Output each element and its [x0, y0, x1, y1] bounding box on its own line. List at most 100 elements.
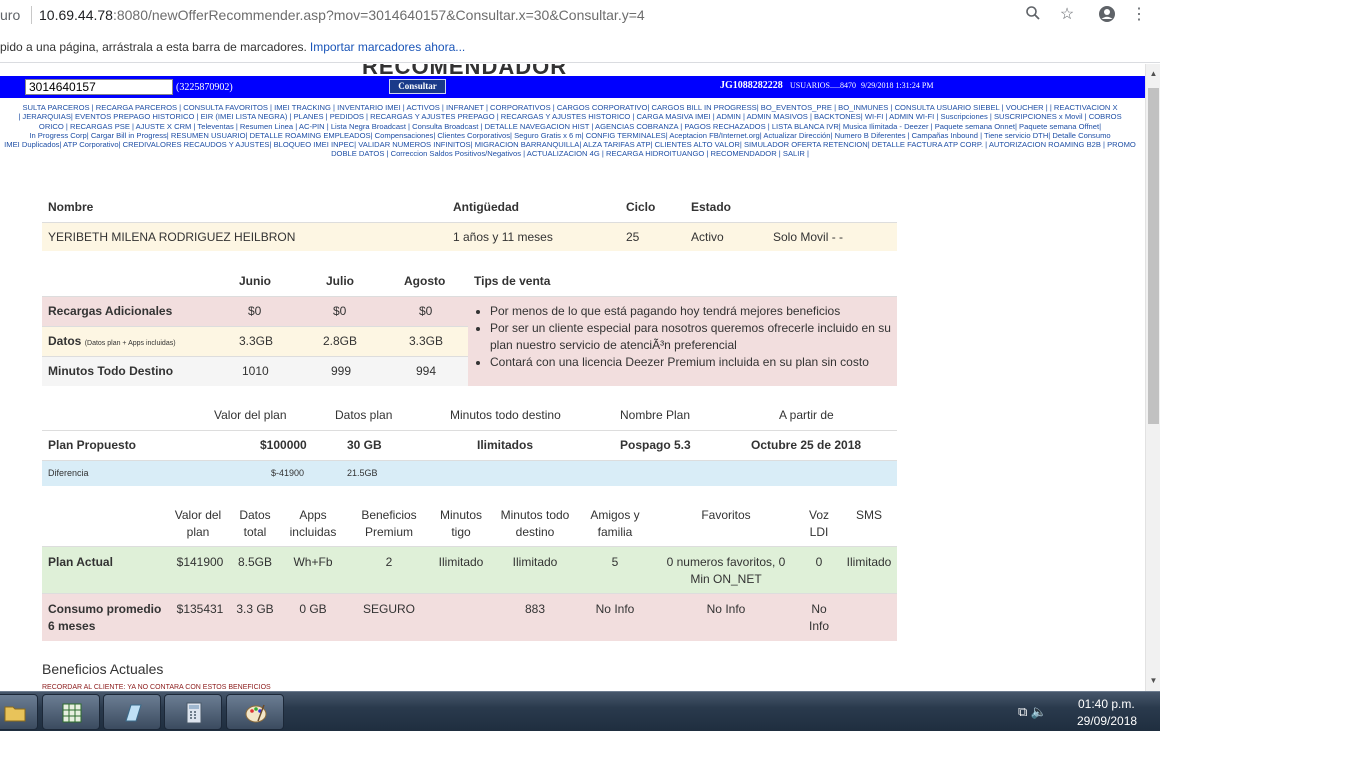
usage-value: $0	[248, 304, 262, 318]
page-scrollbar[interactable]: ▲ ▼	[1145, 64, 1160, 691]
col-header-estado: Estado	[691, 200, 732, 214]
customer-estado: Activo	[691, 230, 724, 244]
usage-value: 1010	[242, 364, 269, 378]
current-header: SMS	[855, 508, 882, 522]
usage-value: 994	[416, 364, 437, 378]
page-viewport: RECOMENDADOR (3225870902) Consultar JG10…	[0, 64, 1145, 691]
consumption-value: 883	[524, 602, 546, 616]
nav-line[interactable]: In Progress Corp| Cargar Bill in Progres…	[0, 131, 1145, 140]
zoom-icon[interactable]	[1023, 5, 1043, 25]
scroll-up-icon[interactable]: ▲	[1146, 67, 1161, 81]
consumption-value: No Info	[808, 602, 829, 633]
consumption-value: $135431	[176, 602, 224, 616]
proposed-header: Nombre Plan	[620, 408, 691, 422]
consumption-label: Consumo promedio 6 meses	[48, 602, 162, 633]
difference-datos: 21.5GB	[347, 468, 378, 478]
users-count: USUARIOS.....8470	[790, 81, 857, 90]
current-header: Minutos todo destino	[500, 508, 570, 539]
current-plan-value: Ilimitado	[846, 555, 892, 569]
desktop-margin	[1160, 0, 1366, 768]
nav-line[interactable]: SULTA PARCEROS | RECARGA PARCEROS | CONS…	[0, 103, 1145, 112]
tips-list: Por menos de lo que está pagando hoy ten…	[490, 303, 895, 371]
customer-name: YERIBETH MILENA RODRIGUEZ HEILBRON	[48, 230, 296, 244]
usage-note: (Datos plan + Apps incluidas)	[84, 340, 176, 347]
proposed-header: Datos plan	[335, 408, 393, 422]
bookmarks-bar: pido a una página, arrástrala a esta bar…	[0, 31, 1160, 63]
nav-links[interactable]: SULTA PARCEROS | RECARGA PARCEROS | CONS…	[0, 103, 1145, 159]
security-label: uro	[0, 7, 21, 23]
user-id: JG1088282228	[720, 80, 783, 91]
nav-line[interactable]: DOBLE DATOS | Correccion Saldos Positivo…	[0, 149, 1145, 158]
difference-label: Diferencia	[48, 468, 89, 478]
usage-value: $0	[419, 304, 433, 318]
url-text[interactable]: 10.69.44.78:8080/newOfferRecommender.asp…	[39, 7, 645, 23]
usage-value: 3.3GB	[409, 334, 444, 348]
col-header-antiguedad: Antigüedad	[453, 200, 519, 214]
customer-ciclo: 25	[626, 230, 640, 244]
usage-label: Datos	[48, 334, 82, 348]
url-path: :8080/newOfferRecommender.asp?mov=301464…	[112, 7, 645, 23]
current-plan-value: Wh+Fb	[293, 555, 333, 569]
proposed-header: A partir de	[779, 408, 834, 422]
consultar-button[interactable]: Consultar	[389, 79, 446, 94]
consumption-value: 0 GB	[299, 602, 327, 616]
customer-antiguedad: 1 años y 11 meses	[453, 230, 553, 244]
import-bookmarks-link[interactable]: Importar marcadores ahora...	[310, 40, 465, 54]
current-plan-value: 8.5GB	[237, 555, 273, 569]
tips-header: Tips de venta	[474, 274, 551, 288]
network-icon[interactable]: ⧉	[1018, 704, 1027, 719]
col-header-nombre: Nombre	[48, 200, 94, 214]
usage-value: 2.8GB	[323, 334, 358, 348]
bookmark-star-icon[interactable]: ☆	[1057, 5, 1077, 25]
nav-line[interactable]: ORICO | RECARGAS PSE | AJUSTE X CRM | Te…	[0, 122, 1145, 131]
alt-number: (3225870902)	[176, 82, 233, 93]
current-header: Favoritos	[701, 508, 751, 522]
current-header: Amigos y familia	[590, 508, 640, 539]
address-separator	[31, 6, 32, 24]
col-header-ciclo: Ciclo	[626, 200, 656, 214]
month-header: Julio	[326, 274, 355, 288]
header-bar: (3225870902) Consultar JG1088282228 USUA…	[0, 76, 1145, 98]
current-plan-value: 2	[385, 555, 393, 569]
current-header: Datos total	[239, 508, 271, 539]
month-header: Agosto	[404, 274, 446, 288]
clock-time[interactable]: 01:40 p.m.	[1078, 697, 1135, 711]
account-icon[interactable]	[1097, 5, 1117, 25]
taskbar-app[interactable]	[226, 694, 284, 730]
taskbar-app[interactable]	[164, 694, 222, 730]
taskbar-app[interactable]	[42, 694, 100, 730]
current-header: Apps incluidas	[289, 508, 337, 539]
consumption-value: No Info	[595, 602, 635, 616]
clock-date[interactable]: 29/09/2018	[1077, 714, 1137, 728]
scroll-thumb[interactable]	[1148, 88, 1159, 424]
difference-valor: $-41900	[271, 468, 305, 478]
proposed-header: Minutos todo destino	[450, 408, 561, 422]
tip-item: Contará con una licencia Deezer Premium …	[490, 354, 895, 371]
header-datetime: 9/29/2018 1:31:24 PM	[861, 81, 934, 90]
taskbar-app[interactable]	[103, 694, 161, 730]
taskbar-app[interactable]	[0, 694, 38, 730]
menu-kebab-icon[interactable]: ⋮	[1129, 5, 1149, 25]
folder-icon	[3, 701, 27, 725]
proposed-valor: $100000	[260, 438, 307, 452]
paint-icon	[244, 701, 268, 725]
customer-tipo: Solo Movil - -	[773, 230, 844, 244]
proposed-header: Valor del plan	[214, 408, 287, 422]
nav-line[interactable]: IMEI Duplicados| ATP Corporativo| CREDIV…	[0, 140, 1145, 149]
current-header: Minutos tigo	[439, 508, 483, 539]
tip-item: Por menos de lo que está pagando hoy ten…	[490, 303, 895, 320]
phone-number-input[interactable]	[25, 79, 173, 95]
current-plan-label: Plan Actual	[48, 555, 113, 569]
difference-row	[42, 460, 897, 486]
address-bar[interactable]: uro 10.69.44.78:8080/newOfferRecommender…	[0, 0, 1160, 31]
taskbar: ⧉ 🔈 01:40 p.m. 29/09/2018	[0, 691, 1160, 731]
current-plan-value: Ilimitado	[438, 555, 484, 569]
nav-line[interactable]: | JERARQUIAS| EVENTOS PREPAGO HISTORICO …	[0, 112, 1145, 121]
benefits-title: Beneficios Actuales	[42, 661, 164, 677]
consumption-value: 3.3 GB	[236, 602, 274, 616]
current-plan-value: 0 numeros favoritos, 0 Min ON_NET	[666, 555, 786, 586]
scroll-down-icon[interactable]: ▼	[1146, 674, 1161, 688]
volume-icon[interactable]: 🔈	[1031, 704, 1047, 719]
proposed-desde: Octubre 25 de 2018	[751, 438, 862, 452]
usage-value: 3.3GB	[239, 334, 274, 348]
